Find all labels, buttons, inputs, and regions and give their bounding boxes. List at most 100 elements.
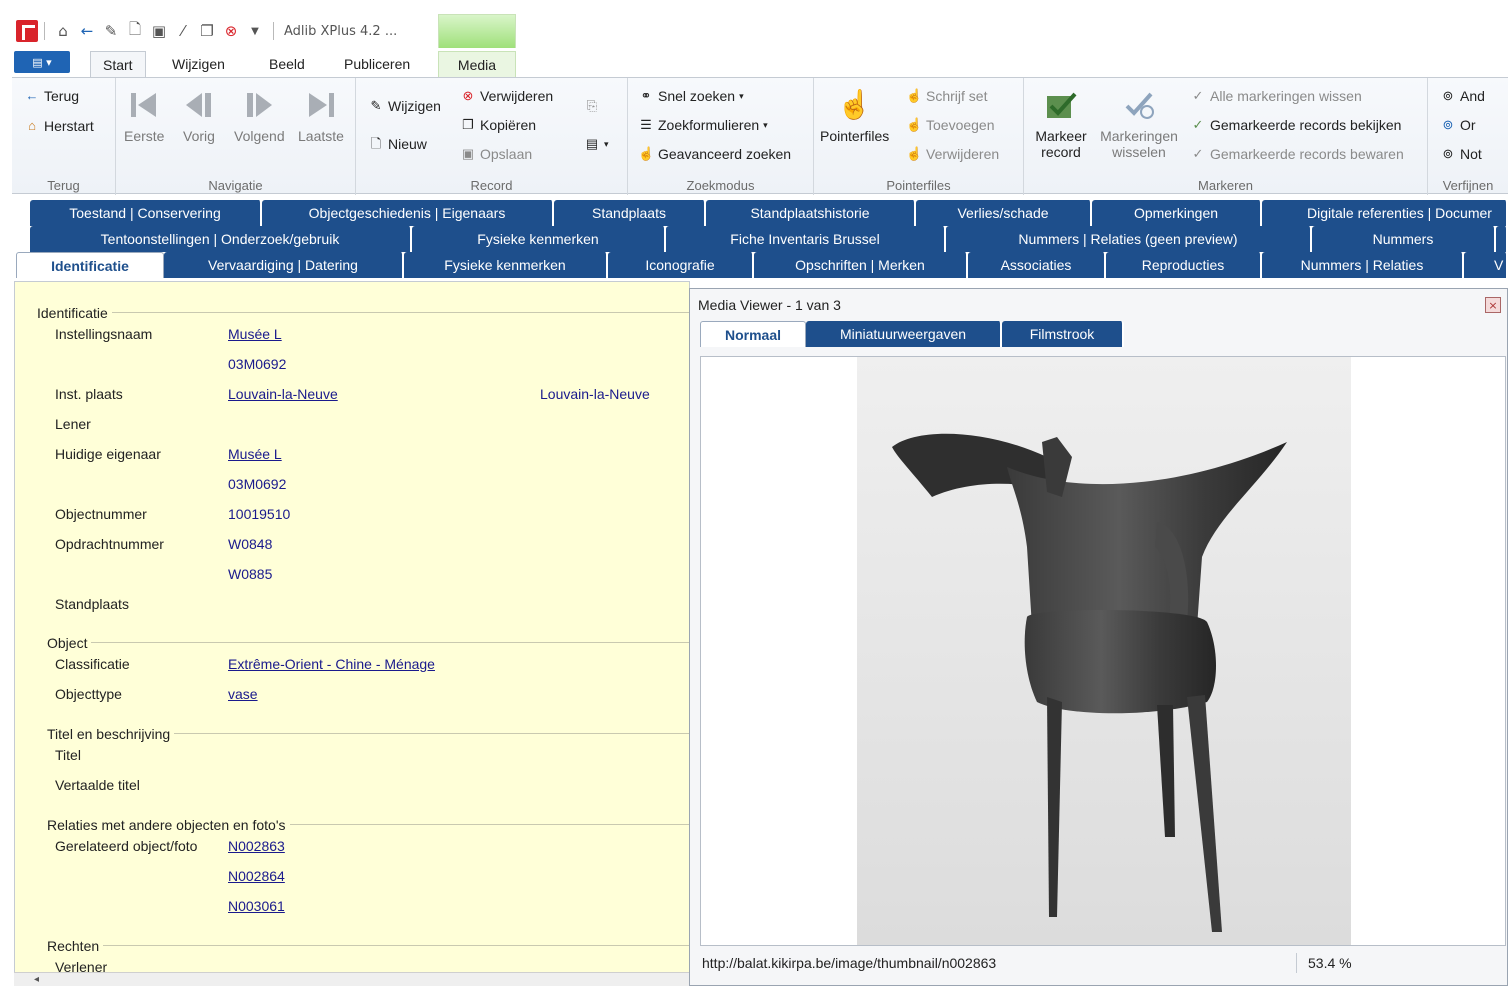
mark-record-button[interactable]: Markeer record [1032,88,1090,160]
tab-nummers-relaties-geen-preview[interactable]: Nummers | Relaties (geen preview) [946,226,1312,252]
tab-associaties[interactable]: Associaties [968,252,1106,278]
back-button[interactable]: ← Terug [24,88,80,104]
tab-digitale-referenties[interactable]: Digitale referenties | Documer [1262,200,1508,226]
home-icon[interactable]: ⌂ [54,22,72,40]
delete-icon[interactable]: ⊗ [222,22,240,40]
section-title-object: Object [47,635,92,651]
tab-vervaardiging[interactable]: Vervaardiging | Datering [164,252,404,278]
tab-objectgeschiedenis[interactable]: Objectgeschiedenis | Eigenaars [262,200,554,226]
and-icon: ⊚ [1442,88,1454,103]
tab-reproducties[interactable]: Reproducties [1106,252,1262,278]
tab-fysieke-kenmerken-2[interactable]: Fysieke kenmerken [412,226,666,252]
customize-dropdown-icon[interactable]: ▼ [246,22,264,40]
delete-record-button[interactable]: ⊗ Verwijderen [460,88,554,104]
previous-record-button[interactable]: Vorig [182,88,216,144]
advanced-search-button[interactable]: ☝ Geavanceerd zoeken [638,146,791,162]
save-record-button[interactable]: ▣ Opslaan [460,146,532,162]
copy-record-button[interactable]: ❐ Kopiëren [460,117,536,133]
tab-standplaats[interactable]: Standplaats [554,200,706,226]
wand-icon[interactable]: ⁄ [174,22,192,40]
tab-normaal[interactable]: Normaal [700,321,806,347]
ribbon-tab-beeld[interactable]: Beeld [257,51,317,77]
switch-marks-button[interactable]: Markeringen wisselen [1094,88,1184,160]
ribbon-tab-publiceren[interactable]: Publiceren [332,51,422,77]
value-classificatie[interactable]: Extrême-Orient - Chine - Ménage [228,656,435,672]
refine-not-button[interactable]: ⊚ Not [1440,146,1482,162]
close-icon[interactable]: × [1485,297,1501,313]
list-dropdown-icon: ▤ [585,136,599,151]
edit-record-button[interactable]: ✎ Wijzigen [368,98,441,114]
value-instellingsnaam[interactable]: Musée L [228,326,282,342]
value-inst-plaats[interactable]: Louvain-la-Neuve [228,386,338,402]
tab-standplaatshistorie[interactable]: Standplaatshistorie [706,200,916,226]
form-icon: ☰ [640,117,652,132]
tab-opschriften[interactable]: Opschriften | Merken [754,252,968,278]
tab-fiche-inventaris[interactable]: Fiche Inventaris Brussel [666,226,946,252]
next-icon [242,88,276,122]
value-related-1[interactable]: N002863 [228,838,285,854]
object-photo [857,357,1351,945]
last-record-button[interactable]: Laatste [298,88,344,144]
clear-all-marks-button[interactable]: ✓ Alle markeringen wissen [1190,88,1362,104]
tab-identificatie[interactable]: Identificatie [16,252,164,278]
media-canvas[interactable] [700,356,1506,946]
new-document-icon[interactable]: 🗋 [126,20,144,40]
refine-or-button[interactable]: ⊚ Or [1440,117,1476,133]
tab-fysieke-kenmerken[interactable]: Fysieke kenmerken [404,252,608,278]
quick-search-button[interactable]: ⚭ Snel zoeken ▾ [638,88,744,104]
last-icon [304,88,338,122]
write-set-label: Schrijf set [926,88,988,104]
record-menu-button[interactable]: ▤ ▾ [584,136,609,152]
add-pointer-button[interactable]: ☝ Toevoegen [906,117,995,133]
tab-v-truncated[interactable]: V [1464,252,1508,278]
tab-iconografie[interactable]: Iconografie [608,252,754,278]
tab-nummers[interactable]: Nummers [1312,226,1496,252]
view-marked-button[interactable]: ✓ Gemarkeerde records bekijken [1190,117,1402,133]
application-menu-button[interactable]: ▤ ▾ [14,51,70,73]
value-objecttype[interactable]: vase [228,686,258,702]
new-record-button[interactable]: 🗋 Nieuw [368,136,427,152]
tab-tentoonstellingen[interactable]: Tentoonstellingen | Onderzoek/gebruik [30,226,412,252]
record-extra-button[interactable]: ⎘ [584,98,604,114]
search-forms-button[interactable]: ☰ Zoekformulieren ▾ [638,117,768,133]
last-label: Laatste [298,128,344,144]
refine-and-button[interactable]: ⊚ And [1440,88,1485,104]
edit-icon[interactable]: ✎ [102,22,120,40]
tab-opmerkingen[interactable]: Opmerkingen [1092,200,1262,226]
value-related-3[interactable]: N003061 [228,898,285,914]
ribbon-tab-media[interactable]: Media [438,51,516,77]
remove-pointer-button[interactable]: ☝ Verwijderen [906,146,999,162]
edit-label: Wijzigen [388,98,441,114]
tab-toestand[interactable]: Toestand | Conservering [30,200,262,226]
tab-miniatuurweergaven[interactable]: Miniatuurweergaven [806,321,1002,347]
pointerfiles-button[interactable]: ☝ Pointerfiles [820,88,889,145]
label-vertaalde-titel: Vertaalde titel [55,777,140,793]
next-record-button[interactable]: Volgend [234,88,285,144]
or-icon: ⊚ [1442,117,1454,132]
copy-label: Kopiëren [480,117,537,133]
group-label-terug: Terug [47,178,80,193]
status-divider [1296,953,1297,973]
copy-icon[interactable]: ❐ [198,22,216,40]
bronze-jue-vessel-image [857,357,1351,945]
tab-nummers-relaties[interactable]: Nummers | Relaties [1262,252,1464,278]
save-marked-button[interactable]: ✓ Gemarkeerde records bewaren [1190,146,1404,162]
tab-verlies-schade[interactable]: Verlies/schade [916,200,1092,226]
save-label: Opslaan [480,146,533,162]
tab-filmstrook[interactable]: Filmstrook [1002,321,1124,347]
first-label: Eerste [124,128,165,144]
ribbon-tab-start[interactable]: Start [90,51,146,77]
first-record-button[interactable]: Eerste [124,88,164,144]
horizontal-scrollbar[interactable]: ◂ [14,972,690,986]
edit-icon: ✎ [370,98,382,113]
save-icon[interactable]: ▣ [150,22,168,40]
scroll-left-icon[interactable]: ◂ [34,974,39,985]
restart-button[interactable]: ⌂ Herstart [24,118,94,134]
write-set-button[interactable]: ☝ Schrijf set [906,88,987,104]
tab-more-row2[interactable] [1496,226,1508,252]
ribbon-tab-wijzigen[interactable]: Wijzigen [160,51,237,77]
value-huidige-eigenaar[interactable]: Musée L [228,446,282,462]
value-related-2[interactable]: N002864 [228,868,285,884]
back-arrow-icon[interactable]: ← [78,22,96,40]
value-objectnummer: 10019510 [228,506,291,522]
